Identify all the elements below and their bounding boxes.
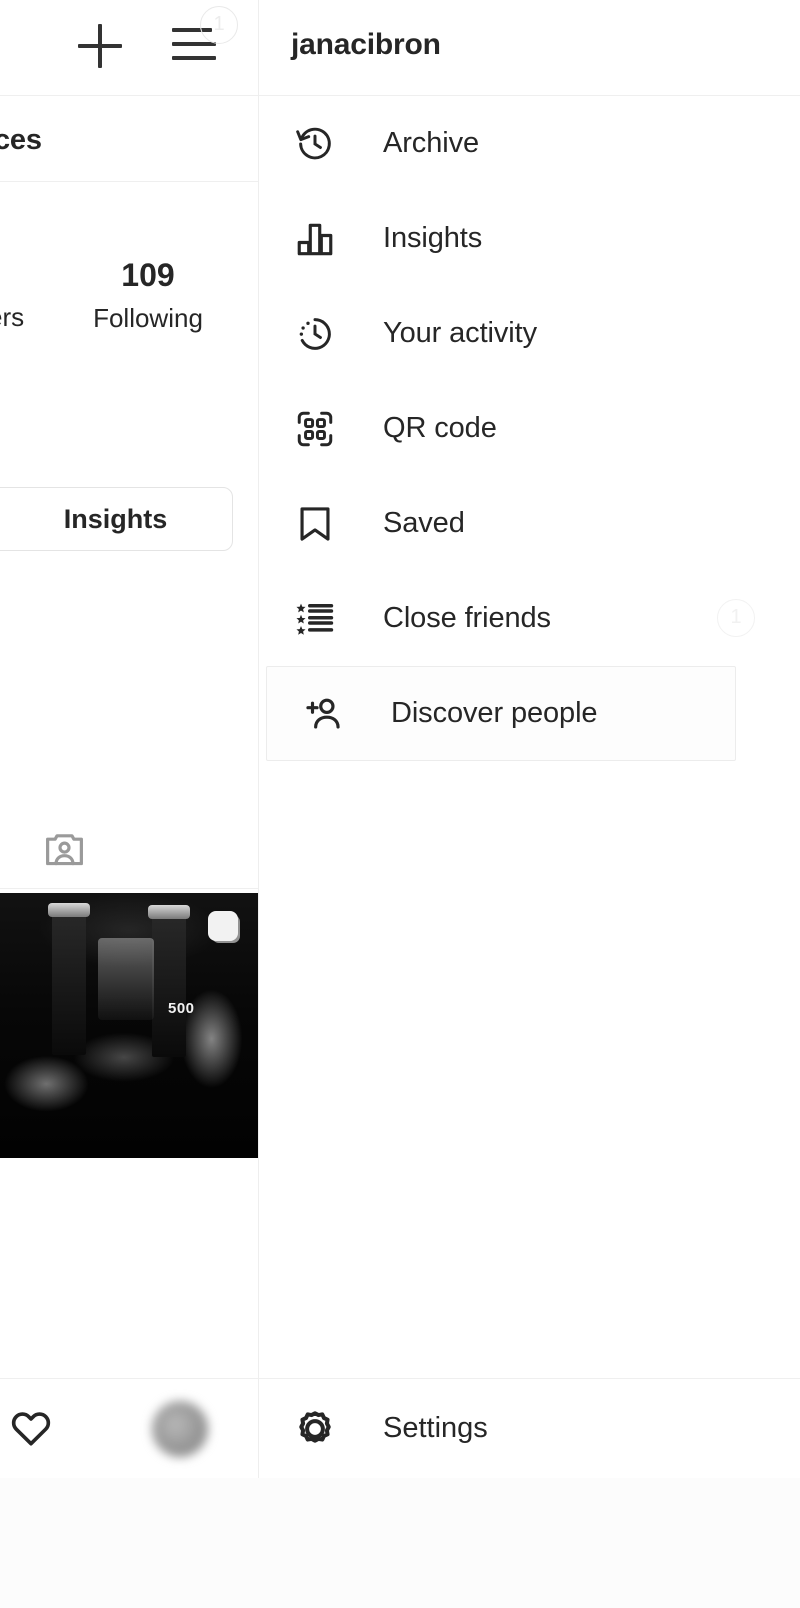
post-detail-bottle-left <box>52 905 86 1055</box>
plus-icon[interactable] <box>78 24 122 68</box>
add-person-icon <box>299 690 347 738</box>
qr-code-icon <box>291 405 339 453</box>
menu-item-settings[interactable]: Settings <box>259 1378 800 1478</box>
multi-post-icon <box>208 911 238 941</box>
post-detail-cap-right <box>148 905 190 919</box>
following-stat[interactable]: 109 Following <box>60 256 236 334</box>
post-thumbnail[interactable]: 500 <box>0 893 258 1158</box>
profile-display-name: ces <box>0 124 42 156</box>
menu-item-close-friends[interactable]: Close friends 1 <box>259 571 800 666</box>
menu-username-title: janacibron <box>291 28 441 61</box>
menu-item-qr-code[interactable]: QR code <box>259 381 800 476</box>
bookmark-icon <box>291 500 339 548</box>
profile-topbar: 1 <box>0 0 258 96</box>
close-friends-badge: 1 <box>717 599 755 637</box>
following-label: Following <box>93 303 203 333</box>
android-nav-bar: www.deuaq.com <box>0 1478 800 1608</box>
following-count: 109 <box>121 257 175 293</box>
profile-bottom-bar <box>0 1378 258 1478</box>
screen-root: 1 ces ers 109 Following Insights <box>0 0 800 1608</box>
heart-icon[interactable] <box>8 1405 54 1451</box>
menu-item-label: Archive <box>383 127 479 159</box>
insights-button-label: Insights <box>63 503 168 534</box>
avatar[interactable] <box>152 1401 208 1457</box>
menu-item-discover-people[interactable]: Discover people <box>266 666 736 761</box>
menu-item-label: Discover people <box>391 697 598 729</box>
archive-clock-icon <box>291 120 339 168</box>
photo-placeholder-icon <box>42 827 87 872</box>
menu-header: janacibron <box>259 0 800 96</box>
post-thumbnail-text: 500 <box>168 1000 195 1017</box>
menu-item-label: QR code <box>383 412 497 444</box>
menu-item-archive[interactable]: Archive <box>259 96 800 191</box>
side-menu-panel: janacibron Archive Insights Your activit… <box>258 0 800 1478</box>
insights-button[interactable]: Insights <box>0 487 233 551</box>
menu-item-insights[interactable]: Insights <box>259 191 800 286</box>
post-detail-bottle-right <box>152 907 186 1057</box>
menu-item-label: Saved <box>383 507 465 539</box>
menu-item-saved[interactable]: Saved <box>259 476 800 571</box>
menu-item-label: Close friends <box>383 602 551 634</box>
menu-item-label: Your activity <box>383 317 537 349</box>
menu-item-your-activity[interactable]: Your activity <box>259 286 800 381</box>
grid-divider <box>0 888 258 889</box>
star-list-icon <box>291 595 339 643</box>
gear-icon <box>291 1405 339 1453</box>
post-detail-glass <box>98 938 154 1020</box>
followers-label-partial: ers <box>0 302 25 332</box>
settings-label: Settings <box>383 1412 488 1444</box>
menu-item-label: Insights <box>383 222 483 254</box>
hamburger-badge: 1 <box>200 6 238 44</box>
activity-clock-icon <box>291 310 339 358</box>
profile-panel: 1 ces ers 109 Following Insights <box>0 0 258 1478</box>
profile-name-row: ces <box>0 96 258 182</box>
menu-list: Archive Insights Your activity QR code S… <box>259 96 800 761</box>
bar-chart-icon <box>291 215 339 263</box>
post-detail-cap-left <box>48 903 90 917</box>
